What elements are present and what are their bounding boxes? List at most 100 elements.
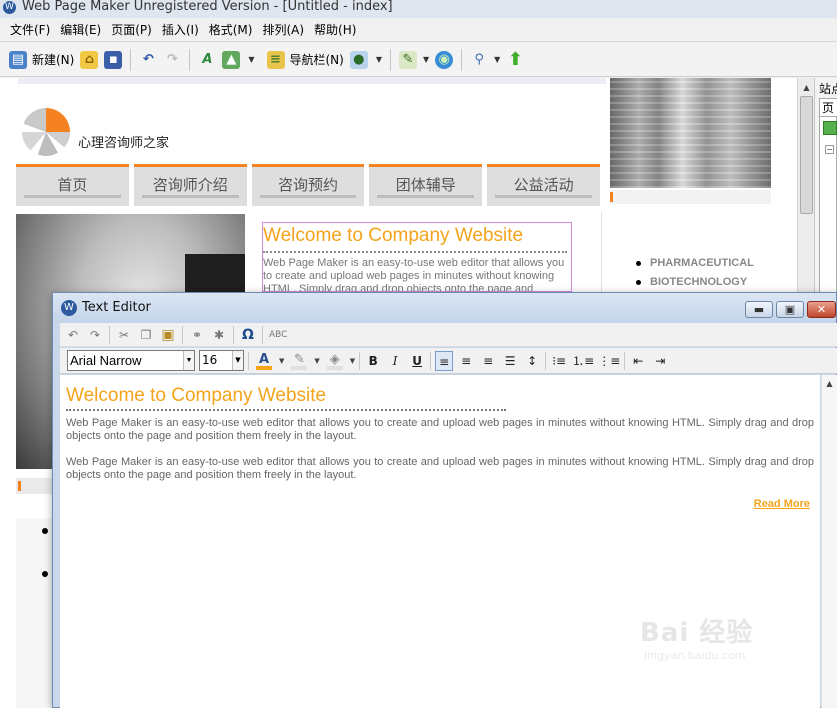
editor-scrollbar[interactable]: ▲ <box>821 375 837 708</box>
checklist-button[interactable]: ⋮≡ <box>598 351 620 371</box>
read-more-link[interactable]: Read More <box>754 498 810 510</box>
new-page-button[interactable]: ▤ 新建(N) <box>6 47 77 73</box>
undo-button[interactable]: ↶ <box>136 47 160 73</box>
site-logo[interactable]: 心理咨询师之家 <box>22 108 242 156</box>
line-spacing-button[interactable]: ↕ <box>523 351 541 371</box>
spellcheck-icon[interactable]: ABC <box>269 327 287 343</box>
edit-button[interactable]: ✎ ▼ <box>396 47 432 73</box>
toolbar-separator <box>545 351 547 370</box>
font-size-select[interactable]: 16 ▼ <box>199 350 244 371</box>
toolbar-separator <box>262 325 263 344</box>
move-up-button[interactable]: ⬆ <box>503 47 527 73</box>
chevron-down-icon[interactable]: ▼ <box>232 351 243 370</box>
menu-help[interactable]: 帮助(H) <box>309 19 361 40</box>
chevron-down-icon[interactable]: ▼ <box>314 357 319 365</box>
text-color-icon[interactable]: A <box>253 351 275 371</box>
new-page-icon: ▤ <box>9 50 27 69</box>
bullet-list-button[interactable]: ⁝≡ <box>550 351 568 371</box>
menu-page[interactable]: 页面(P) <box>106 19 157 40</box>
left-section-bar <box>16 478 56 494</box>
publish-button[interactable]: ◉ <box>432 47 456 73</box>
nav-tab-group[interactable]: 团体辅导 <box>369 164 483 206</box>
building-photo[interactable] <box>610 78 771 188</box>
insert-text-button[interactable]: A <box>195 47 219 73</box>
indent-button[interactable]: ⇥ <box>651 351 669 371</box>
justify-button[interactable]: ☰ <box>501 351 519 371</box>
underline-button[interactable]: U <box>408 351 426 371</box>
sidebar-list: PHARMACEUTICAL BIOTECHNOLOGY <box>636 254 754 292</box>
site-navbar[interactable]: 首页 咨询师介绍 咨询预约 团体辅导 公益活动 <box>16 164 600 206</box>
menu-edit[interactable]: 编辑(E) <box>55 19 106 40</box>
insert-object-button[interactable]: ● ▼ <box>347 47 385 73</box>
menu-format[interactable]: 格式(M) <box>204 19 258 40</box>
welcome-text-box[interactable]: Welcome to Company Website Web Page Make… <box>262 222 572 292</box>
chevron-down-icon[interactable]: ▼ <box>279 357 284 365</box>
chevron-down-icon[interactable]: ▼ <box>376 55 382 64</box>
close-button[interactable]: ✕ <box>807 301 836 318</box>
editor-titlebar[interactable]: W Text Editor ▬ ▣ ✕ <box>53 293 836 323</box>
app-logo-icon: W <box>3 1 16 14</box>
add-page-icon[interactable] <box>823 121 837 135</box>
toolbar-separator <box>624 351 626 370</box>
nav-tab-counselors[interactable]: 咨询师介绍 <box>133 164 247 206</box>
chevron-down-icon[interactable]: ▼ <box>183 351 194 370</box>
redo-icon[interactable]: ↷ <box>87 327 103 343</box>
chevron-down-icon[interactable]: ▼ <box>248 55 254 64</box>
minimize-button[interactable]: ▬ <box>745 301 773 318</box>
omega-symbol-icon[interactable]: Ω <box>240 327 256 343</box>
navbar-button[interactable]: ≡ 导航栏(N) <box>264 47 347 73</box>
nav-tab-appointment[interactable]: 咨询预约 <box>251 164 365 206</box>
numbered-list-button[interactable]: ⒈≡ <box>572 351 594 371</box>
italic-button[interactable]: I <box>386 351 404 371</box>
redo-button[interactable]: ↷ <box>160 47 184 73</box>
site-panel-tab[interactable]: 页 <box>819 98 837 116</box>
menu-insert[interactable]: 插入(I) <box>157 19 204 40</box>
link-icon[interactable]: ⚭ <box>189 327 205 343</box>
unlink-icon[interactable]: ✱ <box>211 327 227 343</box>
chevron-down-icon[interactable]: ▼ <box>423 55 429 64</box>
nav-tab-charity[interactable]: 公益活动 <box>487 164 600 206</box>
chevron-down-icon[interactable]: ▼ <box>494 55 500 64</box>
align-center-button[interactable]: ≡ <box>457 351 475 371</box>
copy-icon[interactable]: ❐ <box>138 327 154 343</box>
scroll-thumb[interactable] <box>800 96 813 214</box>
fill-color-icon[interactable]: ◈ <box>324 351 346 371</box>
toolbar-separator <box>430 351 432 370</box>
restore-button[interactable]: ▣ <box>776 301 804 318</box>
sidebar-item-pharmaceutical[interactable]: PHARMACEUTICAL <box>636 254 754 273</box>
outdent-button[interactable]: ⇤ <box>629 351 647 371</box>
sidebar-item-biotechnology[interactable]: BIOTECHNOLOGY <box>636 273 754 292</box>
tree-collapse-icon[interactable]: − <box>825 145 834 154</box>
align-right-button[interactable]: ≡ <box>479 351 497 371</box>
open-button[interactable]: ⌂ <box>77 47 101 73</box>
cut-icon[interactable]: ✂ <box>116 327 132 343</box>
bold-button[interactable]: B <box>364 351 382 371</box>
editor-paragraph: Web Page Maker is an easy-to-use web edi… <box>66 417 814 442</box>
main-toolbar: ▤ 新建(N) ⌂ ▪ ↶ ↷ A ▲ ▼ ≡ 导航栏(N) ● ▼ ✎ ▼ ◉… <box>0 43 837 77</box>
undo-icon[interactable]: ↶ <box>65 327 81 343</box>
zoom-button[interactable]: ⚲ ▼ <box>467 47 503 73</box>
font-size-value: 16 <box>202 353 218 367</box>
save-button[interactable]: ▪ <box>101 47 125 73</box>
pencil-icon: ✎ <box>399 50 417 69</box>
menu-file[interactable]: 文件(F) <box>5 19 55 40</box>
highlight-color-icon[interactable]: ✎ <box>288 351 310 371</box>
window-titlebar: W Web Page Maker Unregistered Version - … <box>0 0 837 18</box>
menu-arrange[interactable]: 排列(A) <box>257 19 309 40</box>
site-panel-title: 站点 <box>819 82 837 96</box>
nav-tab-home[interactable]: 首页 <box>16 164 129 206</box>
chevron-down-icon[interactable]: ▼ <box>350 357 355 365</box>
menu-bar: 文件(F) 编辑(E) 页面(P) 插入(I) 格式(M) 排列(A) 帮助(H… <box>0 18 837 42</box>
font-family-select[interactable]: Arial Narrow ▼ <box>67 350 195 371</box>
toolbar-separator <box>109 325 110 344</box>
watermark-url: jingyan.baidu.com <box>644 649 746 662</box>
scroll-up-icon[interactable]: ▲ <box>824 378 835 389</box>
redo-icon: ↷ <box>166 51 178 67</box>
editor-paragraph: Web Page Maker is an easy-to-use web edi… <box>66 456 814 481</box>
align-left-button[interactable]: ≡ <box>435 350 454 371</box>
watermark-logo: Bai 经验 <box>640 618 754 648</box>
toolbar-separator <box>130 48 132 71</box>
paste-icon[interactable]: ▣ <box>160 327 176 343</box>
scroll-up-icon[interactable]: ▲ <box>801 82 812 93</box>
insert-image-button[interactable]: ▲ ▼ <box>219 47 257 73</box>
